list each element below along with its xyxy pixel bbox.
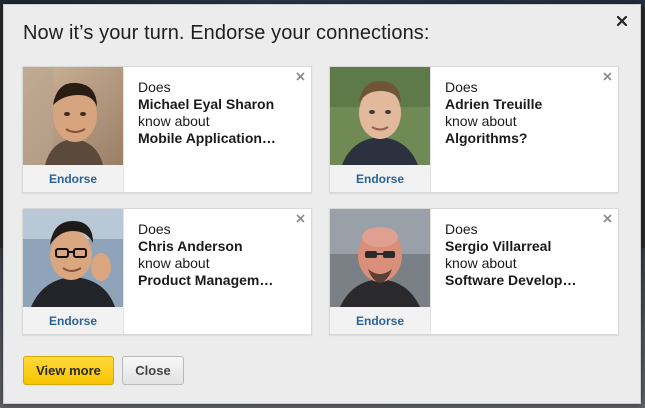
skill-name: Mobile Application… (138, 130, 276, 146)
skill-name: Algorithms? (445, 130, 528, 146)
avatar[interactable] (330, 67, 430, 165)
photo-panel: Endorse (330, 67, 431, 192)
close-button[interactable]: Close (122, 356, 184, 385)
endorse-question: Does Michael Eyal Sharon know about Mobi… (138, 79, 308, 147)
endorse-question: Does Sergio Villarreal know about Softwa… (445, 221, 615, 289)
avatar[interactable] (23, 67, 123, 165)
endorse-card: Endorse Does Michael Eyal Sharon know ab… (22, 66, 312, 193)
photo-panel: Endorse (23, 209, 124, 334)
endorse-button[interactable]: Endorse (330, 307, 430, 334)
question-prefix: Does (138, 221, 171, 237)
question-middle: know about (445, 113, 517, 129)
avatar[interactable] (330, 209, 430, 307)
endorse-button[interactable]: Endorse (23, 307, 123, 334)
photo-panel: Endorse (330, 209, 431, 334)
endorse-question: Does Adrien Treuille know about Algorith… (445, 79, 615, 147)
connection-name[interactable]: Sergio Villarreal (445, 238, 615, 255)
connection-name[interactable]: Michael Eyal Sharon (138, 96, 308, 113)
endorse-button[interactable]: Endorse (23, 165, 123, 192)
question-prefix: Does (445, 221, 478, 237)
avatar[interactable] (23, 209, 123, 307)
endorse-card: Endorse Does Adrien Treuille know about … (329, 66, 619, 193)
question-prefix: Does (138, 79, 171, 95)
close-icon[interactable] (614, 13, 630, 29)
question-middle: know about (138, 113, 210, 129)
skill-name: Product Managem… (138, 272, 274, 288)
endorse-modal: Now it’s your turn. Endorse your connect… (3, 4, 641, 404)
connection-name[interactable]: Adrien Treuille (445, 96, 615, 113)
question-middle: know about (138, 255, 210, 271)
connection-name[interactable]: Chris Anderson (138, 238, 308, 255)
endorse-card: Endorse Does Chris Anderson know about P… (22, 208, 312, 335)
question-prefix: Does (445, 79, 478, 95)
endorse-question: Does Chris Anderson know about Product M… (138, 221, 308, 289)
endorse-button[interactable]: Endorse (330, 165, 430, 192)
modal-title: Now it’s your turn. Endorse your connect… (23, 22, 430, 44)
endorse-card: Endorse Does Sergio Villarreal know abou… (329, 208, 619, 335)
question-middle: know about (445, 255, 517, 271)
skill-name: Software Develop… (445, 272, 577, 288)
view-more-button[interactable]: View more (23, 356, 114, 385)
photo-panel: Endorse (23, 67, 124, 192)
